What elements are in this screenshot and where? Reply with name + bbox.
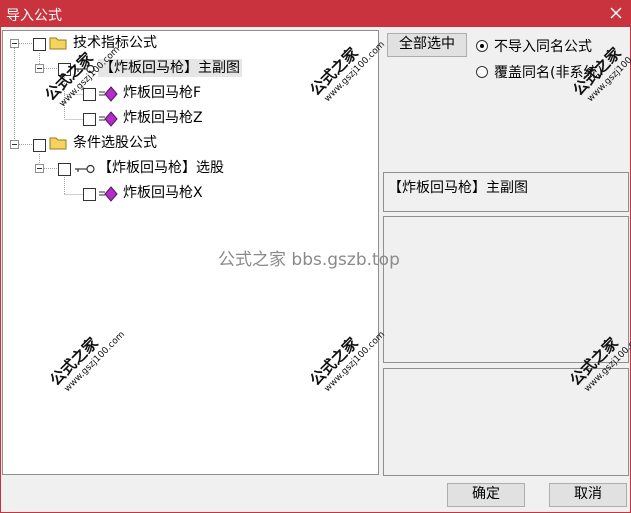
- folder-icon: [49, 37, 67, 50]
- node-checkbox[interactable]: [33, 139, 46, 152]
- tree-node-label[interactable]: 【炸板回马枪】主副图: [98, 59, 242, 77]
- title-bar[interactable]: 导入公式: [0, 0, 631, 27]
- radio-dot[interactable]: [476, 40, 488, 52]
- close-icon[interactable]: [607, 3, 625, 23]
- formula-icon: [99, 186, 118, 202]
- key-icon: [75, 164, 95, 174]
- watermark-text: 公式之家 bbs.gszb.top: [218, 250, 400, 270]
- tree-node-label[interactable]: 炸板回马枪Z: [123, 109, 203, 127]
- collapse-toggle[interactable]: [10, 39, 19, 48]
- node-checkbox[interactable]: [33, 38, 46, 51]
- window-title: 导入公式: [6, 8, 62, 24]
- ok-button[interactable]: 确定: [447, 483, 525, 507]
- formula-description-box[interactable]: [383, 216, 629, 363]
- formula-icon: [99, 86, 118, 102]
- selected-formula-name: 【炸板回马枪】主副图: [388, 180, 528, 196]
- radio-skip-label: 不导入同名公式: [494, 39, 592, 55]
- tree-node-label[interactable]: 炸板回马枪F: [123, 84, 201, 102]
- cancel-button[interactable]: 取消: [549, 483, 627, 507]
- node-checkbox[interactable]: [83, 88, 96, 101]
- collapse-toggle[interactable]: [35, 164, 44, 173]
- node-checkbox[interactable]: [83, 113, 96, 126]
- radio-skip-duplicates[interactable]: 不导入同名公式: [476, 36, 592, 56]
- tree-node-label[interactable]: 条件选股公式: [73, 134, 157, 152]
- node-checkbox[interactable]: [83, 188, 96, 201]
- tree-node-label[interactable]: 【炸板回马枪】选股: [98, 159, 224, 177]
- node-checkbox[interactable]: [58, 163, 71, 176]
- folder-icon: [49, 137, 67, 150]
- tree-node-label[interactable]: 炸板回马枪X: [123, 184, 203, 202]
- formula-icon: [99, 111, 118, 127]
- collapse-toggle[interactable]: [35, 64, 44, 73]
- select-all-button[interactable]: 全部选中: [387, 33, 467, 57]
- collapse-toggle[interactable]: [10, 140, 19, 149]
- radio-dot[interactable]: [476, 66, 488, 78]
